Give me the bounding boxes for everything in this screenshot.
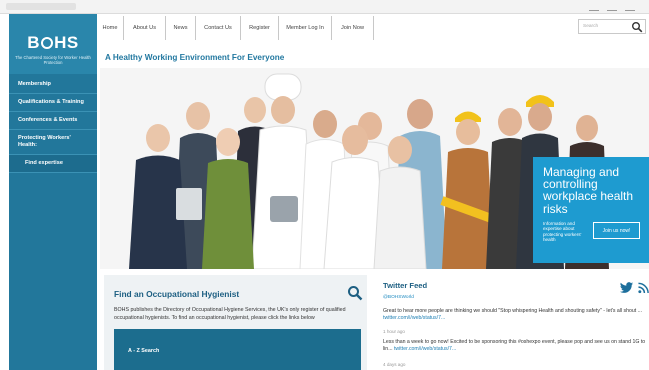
search-icon[interactable] [347,285,363,301]
rss-icon[interactable] [638,282,649,294]
logo-o-mark [41,37,54,49]
promo-subtitle: Information and expertise about protecti… [543,221,582,242]
bohs-logo[interactable]: B HS The Chartered Society for Worker Hea… [9,14,97,74]
az-search-bar[interactable]: A - Z Search [114,329,361,370]
join-us-now-button[interactable]: Join us now! [593,222,640,239]
find-hygienist-panel: Find an Occupational Hygienist BOHS publ… [104,275,367,370]
tweet-link[interactable]: twitter.com/i/web/status/7... [394,346,456,352]
sidebar-item-conferences[interactable]: Conferences & Events [9,112,97,130]
nav-contact-us[interactable]: Contact Us [196,16,241,40]
search-icon[interactable] [631,21,643,33]
sidebar-item-protecting-workers[interactable]: Protecting Workers' Health: [9,130,97,155]
sidebar-item-qualifications[interactable]: Qualifications & Training [9,94,97,112]
tweet-body: Great to hear more people are thinking w… [383,308,643,314]
address-bar[interactable] [6,3,76,10]
search-input[interactable]: Search [583,24,598,29]
tweet-time: 1 hour ago [383,329,405,334]
sidebar-item-find-expertise[interactable]: Find expertise [9,155,97,173]
nav-news[interactable]: News [166,16,196,40]
twitter-feed-panel: Twitter Feed @BOHSWorld Great to hear mo… [376,275,649,370]
search-box[interactable]: Search [578,19,646,34]
tweet-time: 4 days ago [383,362,406,367]
sidebar-nav: Membership Qualifications & Training Con… [9,76,97,173]
nav-join-now[interactable]: Join Now [332,16,374,40]
tweet-link[interactable]: twitter.com/i/web/status/7... [383,315,445,321]
promo-box: Managing and controlling workplace healt… [533,157,649,263]
find-hygienist-title: Find an Occupational Hygienist [114,289,240,299]
nav-about-us[interactable]: About Us [124,16,166,40]
maximize-icon[interactable] [607,10,617,12]
sidebar: B HS The Chartered Society for Worker Hea… [9,14,97,370]
nav-home[interactable]: Home [97,16,124,40]
az-search-link[interactable]: A - Z Search [128,348,159,354]
close-icon[interactable] [625,10,635,12]
promo-title: Managing and controlling workplace healt… [543,165,634,216]
browser-chrome [0,0,649,14]
twitter-bird-icon[interactable] [619,282,634,294]
logo-wordmark: B HS [27,33,79,52]
nav-member-log-in[interactable]: Member Log In [279,16,332,40]
sidebar-item-membership[interactable]: Membership [9,76,97,94]
minimize-icon[interactable] [589,10,599,12]
tweet-text: Less than a week to go now! Excited to b… [383,339,649,353]
tweet-text: Great to hear more people are thinking w… [383,308,649,322]
find-hygienist-text: BOHS publishes the Directory of Occupati… [114,307,346,321]
twitter-handle[interactable]: @BOHSWorld [383,295,414,300]
nav-register[interactable]: Register [241,16,279,40]
site-tagline: A Healthy Working Environment For Everyo… [105,53,285,62]
window-controls [581,2,641,12]
twitter-feed-title: Twitter Feed [383,281,428,290]
logo-tagline: The Chartered Society for Worker Health … [15,55,91,65]
